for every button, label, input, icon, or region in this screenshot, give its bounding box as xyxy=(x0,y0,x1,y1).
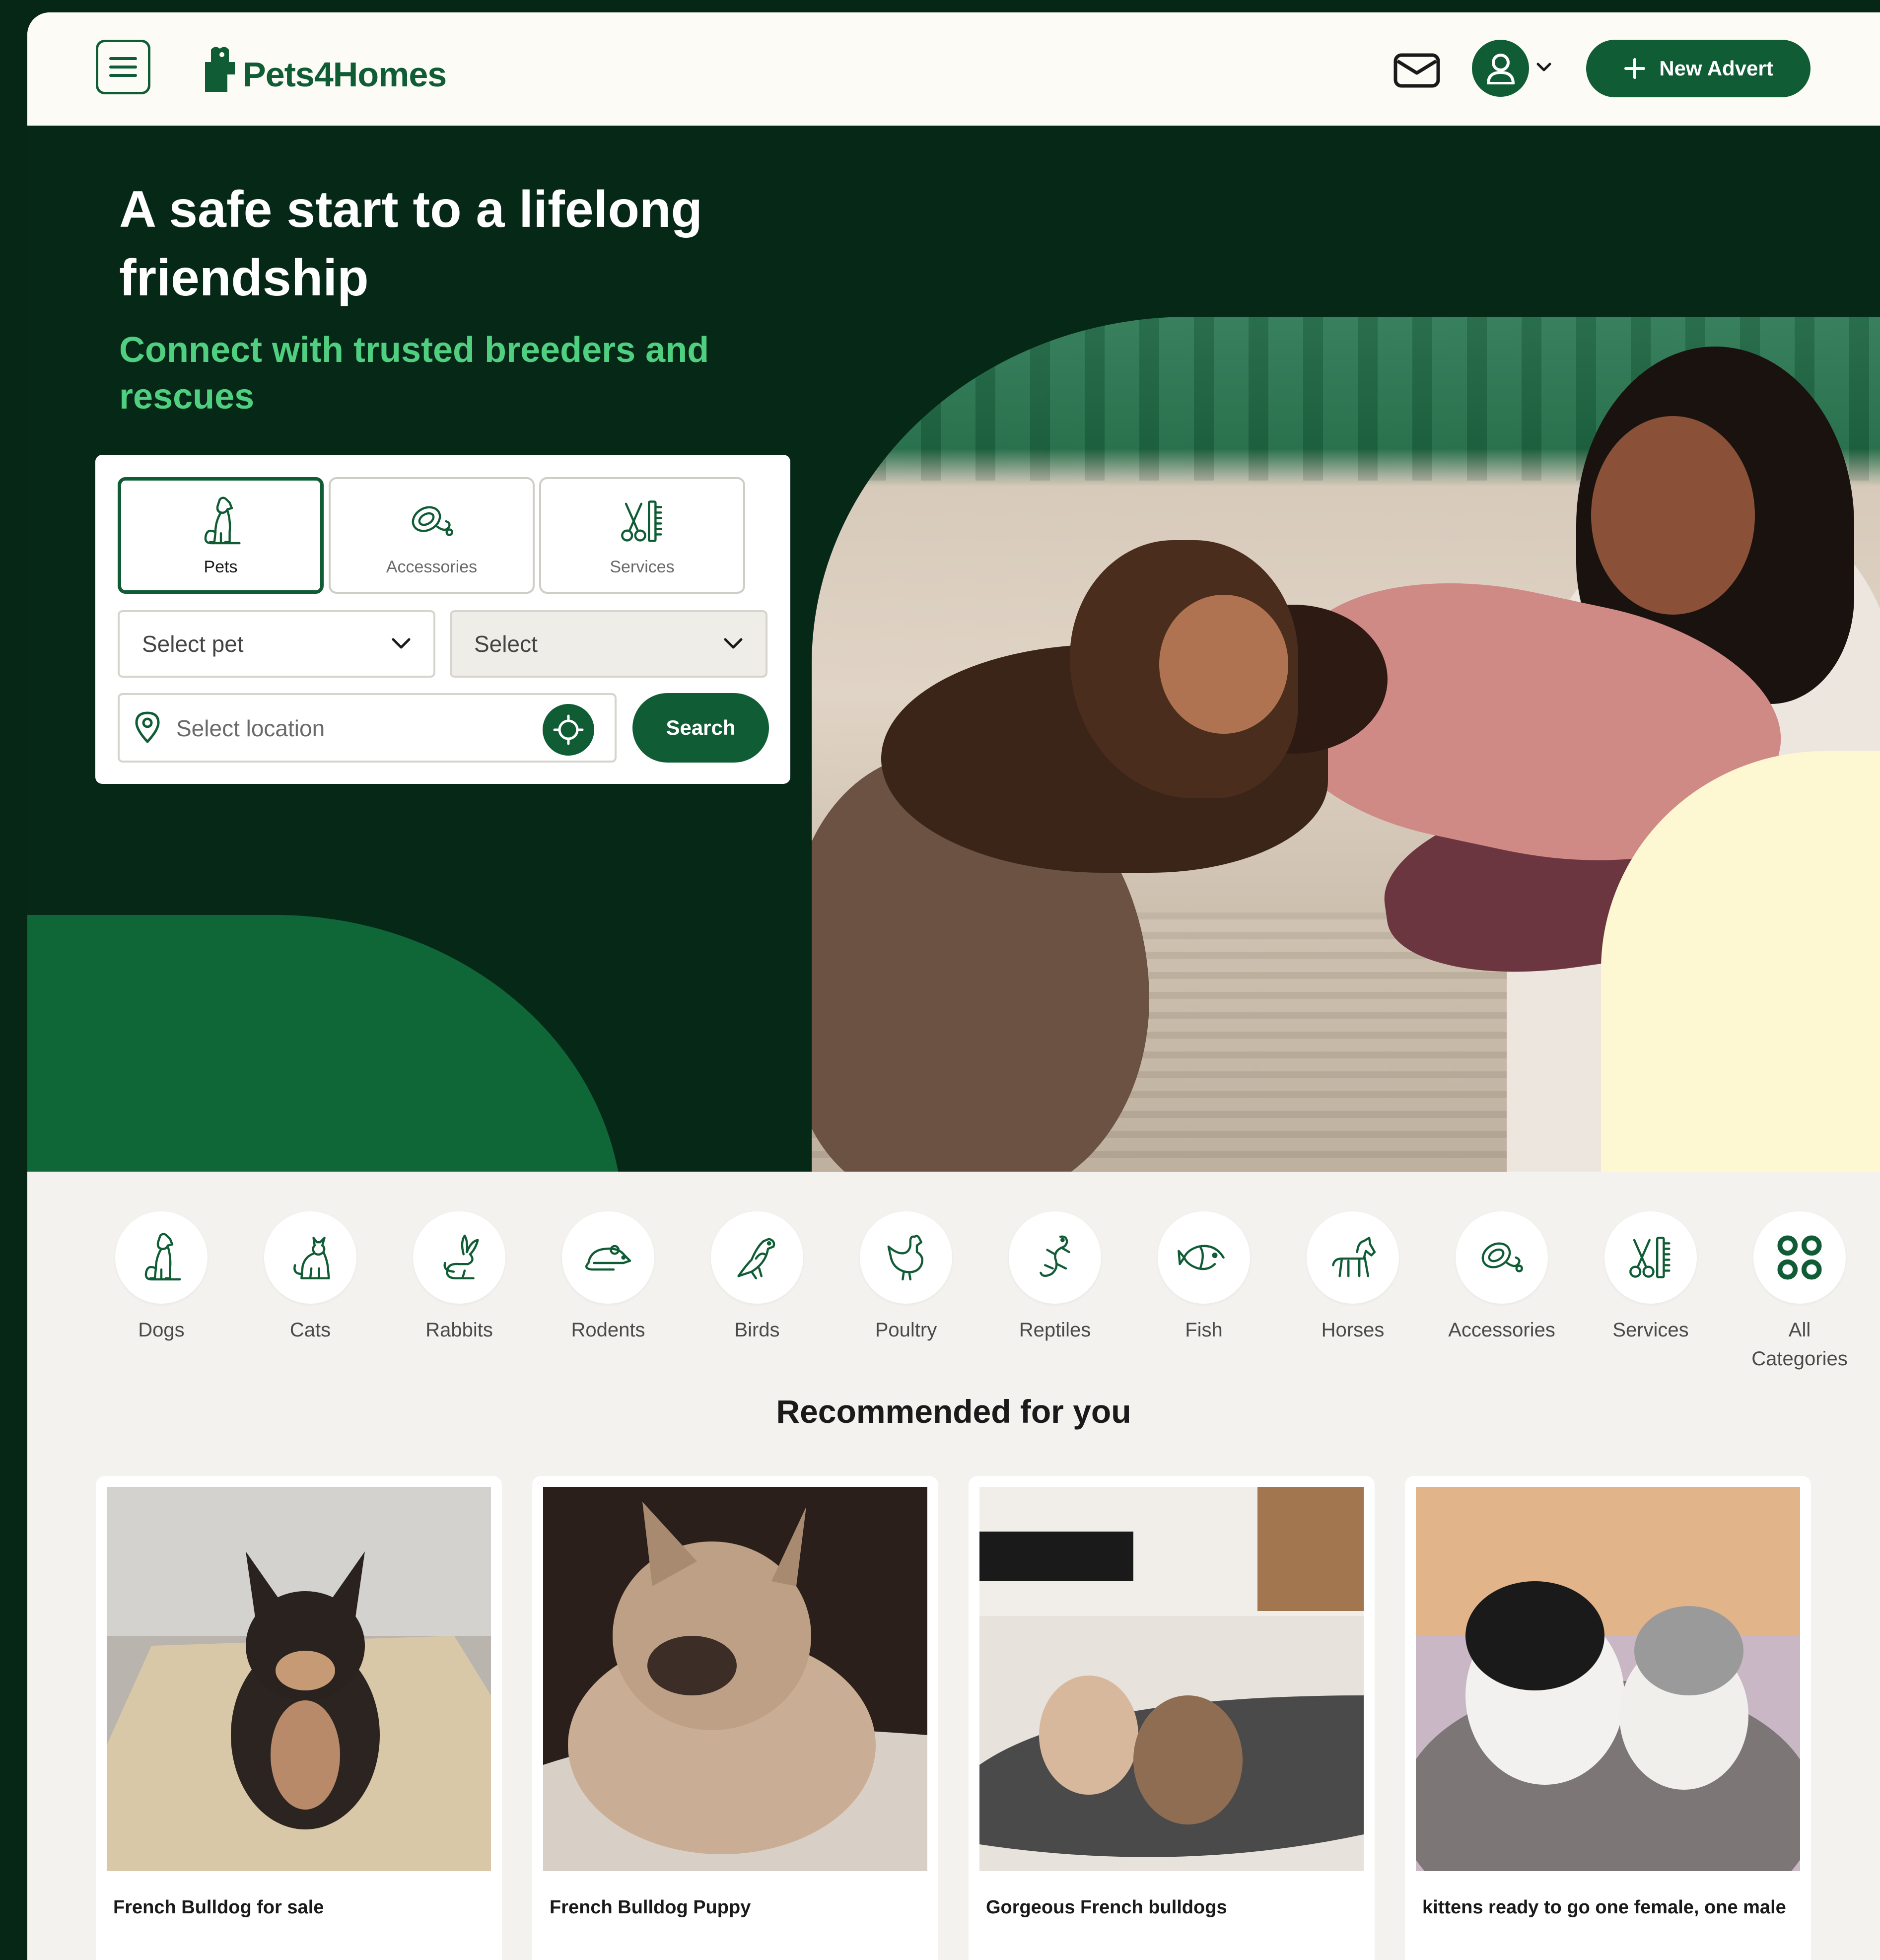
category-horses[interactable]: Horses xyxy=(1278,1211,1427,1344)
listing-title: kittens ready to go one female, one male xyxy=(1422,1897,1786,1918)
tab-services[interactable]: Services xyxy=(539,477,745,594)
search-button[interactable]: Search xyxy=(632,693,769,763)
listing-title: French Bulldog Puppy xyxy=(550,1897,751,1918)
plus-icon xyxy=(1624,58,1646,79)
chevron-down-icon xyxy=(392,638,411,649)
section-title: Recommended for you xyxy=(776,1393,1131,1430)
menu-icon xyxy=(109,57,137,77)
listing-image xyxy=(543,1487,927,1871)
listing-card[interactable]: Gorgeous French bulldogs xyxy=(969,1476,1375,1960)
category-label: Dogs xyxy=(138,1319,185,1341)
category-label: Accessories xyxy=(1448,1319,1555,1341)
pet-select-value: Select pet xyxy=(142,631,244,657)
tab-pets[interactable]: Pets xyxy=(118,477,324,594)
category-services[interactable]: Services xyxy=(1576,1211,1725,1344)
brand-name: Pets4Homes xyxy=(243,55,447,94)
page: Pets4Homes New Advert A safe start to a … xyxy=(27,12,1880,1960)
category-label: Rabbits xyxy=(425,1319,493,1341)
category-fish[interactable]: Fish xyxy=(1129,1211,1278,1344)
category-label: Reptiles xyxy=(1019,1319,1091,1341)
tab-services-label: Services xyxy=(610,558,675,576)
category-label: Fish xyxy=(1185,1319,1223,1341)
bird-icon xyxy=(737,1238,775,1279)
category-label: Poultry xyxy=(875,1319,937,1341)
new-advert-button[interactable]: New Advert xyxy=(1586,40,1810,97)
location-pin-icon xyxy=(135,711,160,743)
hero-subtitle: Connect with trusted breeders and rescue… xyxy=(119,330,709,417)
dog-icon xyxy=(204,496,241,545)
category-rodents[interactable]: Rodents xyxy=(534,1211,683,1344)
tab-pets-label: Pets xyxy=(204,558,238,576)
listing-card[interactable]: kittens ready to go one female, one male xyxy=(1405,1476,1811,1960)
cat-icon xyxy=(293,1237,330,1279)
rodent-icon xyxy=(585,1245,631,1271)
leash-icon xyxy=(412,506,453,536)
listing-card[interactable]: French Bulldog Puppy xyxy=(532,1476,938,1960)
listing-image xyxy=(107,1487,491,1871)
hero-title: A safe start to a lifelong friendship xyxy=(119,181,703,307)
listing-card[interactable]: French Bulldog for sale xyxy=(96,1476,502,1960)
top-nav: Pets4Homes New Advert xyxy=(27,12,1880,126)
listing-title: Gorgeous French bulldogs xyxy=(986,1897,1227,1918)
listing-image xyxy=(1416,1487,1800,1871)
leash-icon xyxy=(1481,1242,1523,1272)
category-strip: Dogs Cats Rabbits Rodents Birds Poultry … xyxy=(27,1172,1880,1370)
user-icon xyxy=(1486,53,1515,84)
horse-icon xyxy=(1332,1237,1376,1277)
search-card: Pets Accessories Services Select pet Sel… xyxy=(95,455,790,784)
chevron-down-icon[interactable] xyxy=(1536,62,1551,72)
hero-decor-shape xyxy=(27,915,623,1172)
category-all[interactable]: All Categories xyxy=(1725,1211,1874,1373)
breed-select-value: Select xyxy=(474,631,538,657)
category-dogs[interactable]: Dogs xyxy=(87,1211,236,1344)
location-input[interactable] xyxy=(175,709,525,748)
category-label: All Categories xyxy=(1751,1319,1848,1370)
category-cats[interactable]: Cats xyxy=(236,1211,385,1344)
grid-icon xyxy=(1777,1235,1822,1280)
fish-icon xyxy=(1178,1245,1225,1270)
category-birds[interactable]: Birds xyxy=(683,1211,832,1344)
use-my-location-button[interactable] xyxy=(543,704,594,756)
mail-icon xyxy=(1393,53,1440,88)
category-label: Services xyxy=(1612,1319,1689,1341)
brand-logo[interactable]: Pets4Homes xyxy=(200,45,447,94)
lizard-icon xyxy=(1040,1235,1070,1277)
tab-accessories-label: Accessories xyxy=(386,558,478,576)
breed-select[interactable]: Select xyxy=(450,610,767,678)
logo-mark-icon xyxy=(205,47,235,92)
category-accessories[interactable]: Accessories xyxy=(1427,1211,1576,1344)
chevron-down-icon xyxy=(724,638,743,649)
category-reptiles[interactable]: Reptiles xyxy=(980,1211,1129,1344)
category-rabbits[interactable]: Rabbits xyxy=(385,1211,534,1344)
pet-select[interactable]: Select pet xyxy=(118,610,435,678)
rabbit-icon xyxy=(443,1234,479,1279)
tab-accessories[interactable]: Accessories xyxy=(329,477,535,594)
listing-title: French Bulldog for sale xyxy=(113,1897,324,1918)
category-label: Cats xyxy=(289,1319,331,1341)
location-field[interactable] xyxy=(118,693,617,763)
category-label: Horses xyxy=(1321,1319,1385,1341)
account-button[interactable] xyxy=(1472,40,1529,97)
category-poultry[interactable]: Poultry xyxy=(832,1211,980,1344)
chicken-icon xyxy=(887,1235,923,1281)
listing-image xyxy=(979,1487,1364,1871)
crosshair-icon xyxy=(553,714,584,745)
category-label: Rodents xyxy=(571,1319,645,1341)
category-label: Birds xyxy=(734,1319,780,1341)
hero-section: A safe start to a lifelong friendship Co… xyxy=(27,126,1880,1172)
grooming-icon xyxy=(621,500,662,542)
hamburger-menu-button[interactable] xyxy=(96,40,150,94)
grooming-icon xyxy=(1629,1237,1671,1278)
messages-button[interactable] xyxy=(1393,51,1442,91)
new-advert-label: New Advert xyxy=(1659,57,1773,80)
dog-icon xyxy=(144,1233,181,1281)
